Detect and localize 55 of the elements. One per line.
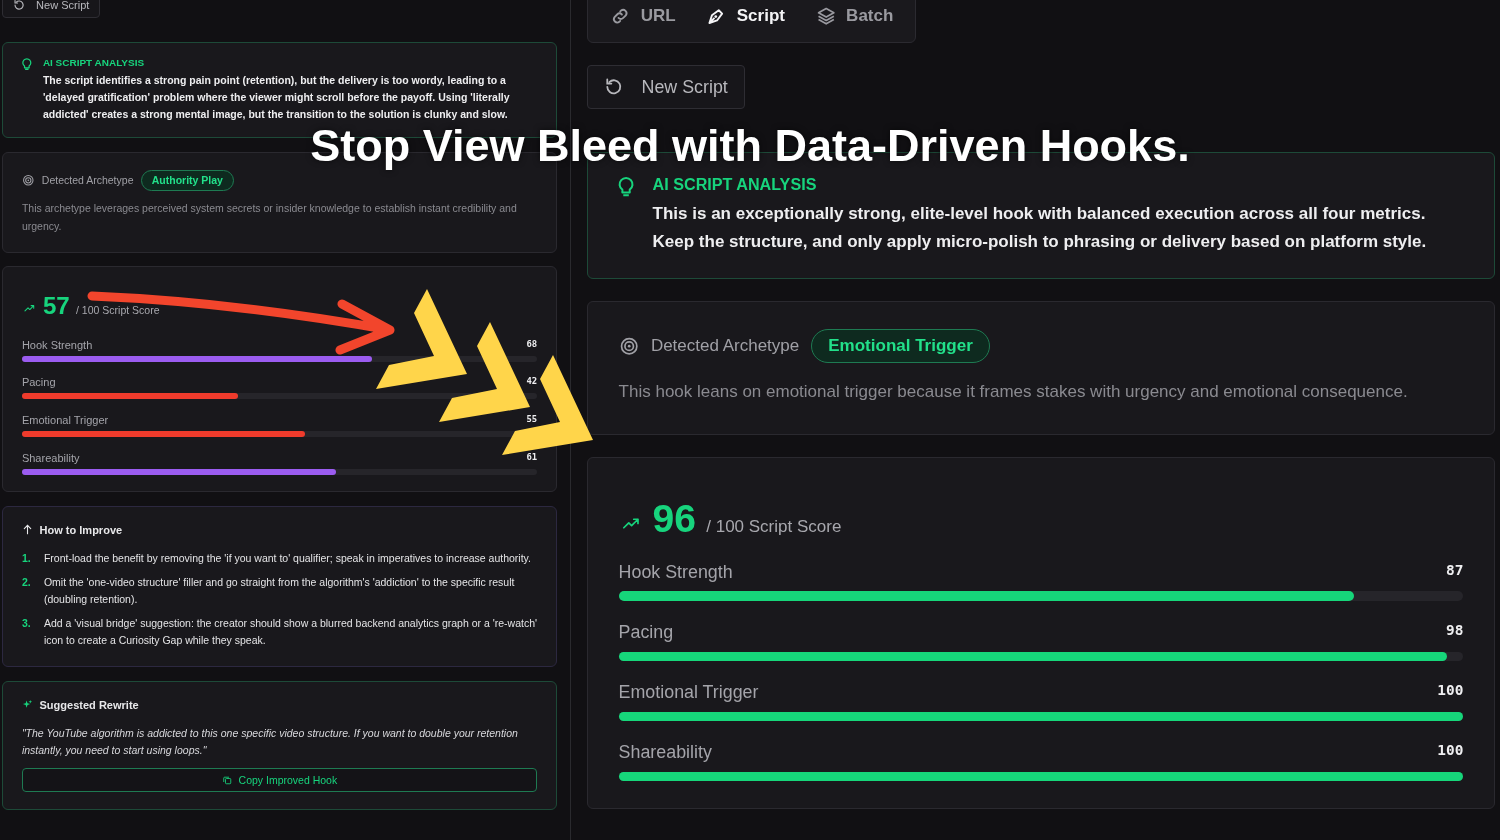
new-script-button[interactable]: New Script [2,0,101,19]
analysis-title: AI SCRIPT ANALYSIS [652,175,818,195]
metric-label: Emotional Trigger [618,682,759,704]
lightbulb-icon [19,57,34,72]
metric-label: Pacing [618,622,674,644]
improve-item: Add a 'visual bridge' suggestion: the creator should show a blurred backend analytics graph or a 're-watch' icon to create a Curiosity Gap while they speak. [43,615,538,649]
item-number: 1. [21,551,32,567]
score-value: 96 [652,496,697,541]
refresh-icon [12,0,26,11]
improve-item: Front-load the benefit by removing the 'if you want to' qualifier; speak in imperatives to increase authority. [43,551,531,567]
metric-value: 55 [526,413,538,426]
tab[interactable]: Script [694,2,797,31]
metric-value: 100 [1437,742,1464,761]
archetype-tag: Emotional Trigger [811,329,990,363]
improve-item: Omit the 'one-video structure' filler and go straight from the algorithm's 'addiction' to the specific result (doubling retention). [43,574,516,608]
metric-value: 100 [1437,682,1464,701]
score-suffix: / 100 Script Score [76,303,160,316]
rewrite-quote: "The YouTube algorithm is addicted to this one specific video structure. If you want to double your retention instantly, you need to start using loops." [21,725,519,759]
target-icon [21,174,35,187]
metric-value: 61 [526,451,538,464]
item-number: 2. [21,574,32,590]
metric-value: 98 [1446,622,1464,641]
metric-label: Shareability [618,742,712,764]
target-icon [618,335,639,357]
improve-title: How to Improve [39,523,123,536]
metric-label: Hook Strength [21,338,93,351]
metric-value: 68 [526,338,538,351]
metric-label: Emotional Trigger [21,413,109,426]
archetype-label: Detected Archetype [650,336,800,357]
tab[interactable]: Batch [803,2,906,31]
archetype-description: This hook leans on emotional trigger because it frames stakes with urgency and emotional consequence. [618,381,1409,404]
archetype-label: Detected Archetype [41,174,134,187]
trend-up-icon [21,303,37,314]
sparkle-icon [21,699,33,711]
archetype-description: This archetype leverages perceived system secrets or insider knowledge to establish instant credibility and urgency. [21,201,518,234]
new-script-button[interactable]: New Script [587,65,745,110]
analysis-text: The script identifies a strong pain point (retention), but the delivery is too wordy, leading to a 'delayed gratification' problem where the viewer might scroll before the payoff. Using 'literally addicted' creates a strong mental image, but the transition to the solution is clunky and slow. [42,72,511,123]
copy-button[interactable]: Copy Improved Hook [21,767,538,793]
archetype-tag: Authority Play [140,169,234,191]
arrow-up-icon [21,524,33,536]
item-number: 3. [21,615,32,631]
metric-value: 87 [1446,562,1464,580]
headline-text: Stop View Bleed with Data-Driven Hooks. [310,120,1190,171]
rewrite-title: Suggested Rewrite [39,698,139,711]
metric-label: Pacing [21,376,56,389]
analysis-text: This is an exceptionally strong, elite-level hook with balanced execution across all four metrics. Keep the structure, and only apply micro-polish to phrasing or delivery based on platform style. [652,202,1428,253]
score-suffix: / 100 Script Score [706,516,842,537]
metric-label: Hook Strength [618,562,733,583]
metric-label: Shareability [21,451,80,464]
score-value: 57 [42,291,70,320]
analysis-title: AI SCRIPT ANALYSIS [42,57,146,69]
metric-value: 42 [526,376,538,389]
layers-icon [815,6,836,27]
tab[interactable]: URL [598,2,688,31]
copy-icon [221,774,233,786]
